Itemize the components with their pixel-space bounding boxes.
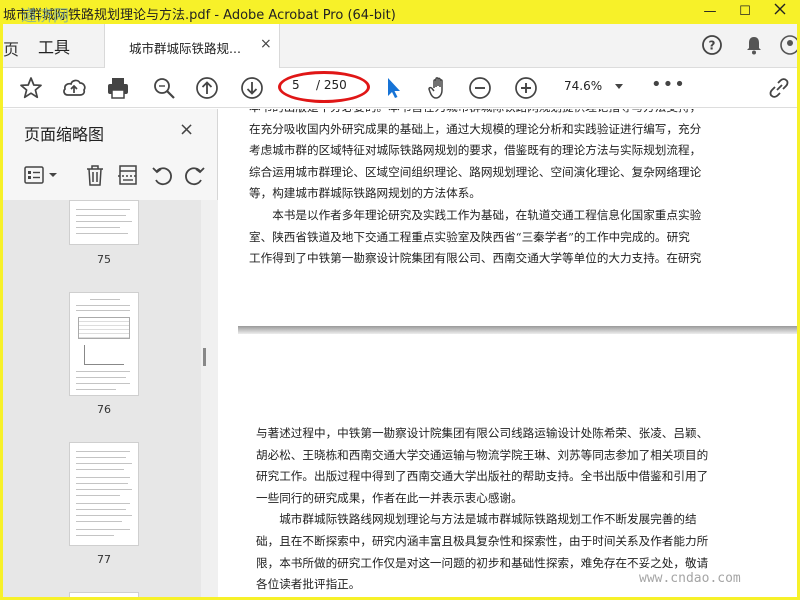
zoom-out-icon[interactable] [467, 75, 493, 101]
close-icon [774, 3, 786, 15]
text-line: 研究工作。出版过程中得到了西南交通大学出版社的帮助支持。全书出版中借鉴和引用了 [256, 469, 709, 484]
panel-close-button[interactable]: × [179, 119, 194, 140]
text-line: 室、陕西省铁道及地下交通工程重点实验室及陕西省“三秦学者”的工作中完成的。研究 [249, 229, 690, 244]
next-page-icon[interactable] [239, 75, 265, 101]
text-line: 在充分吸收国内外研究成果的基础上，通过大规模的理论分析和实践验证进行编写，充分 [249, 121, 702, 136]
zoom-in-icon[interactable] [513, 75, 539, 101]
rotate-counterclockwise-icon[interactable] [150, 163, 174, 187]
help-icon[interactable]: ? [701, 34, 723, 56]
thumbnail-list[interactable]: 75 76 77 [3, 200, 201, 597]
panel-title: 页面缩略图 [24, 125, 105, 144]
red-highlight-annotation [278, 71, 370, 103]
thumbnail-page-label: 76 [97, 403, 111, 416]
thumbnail-page[interactable] [69, 292, 139, 396]
thumbnail-scrollbar[interactable] [201, 200, 218, 597]
upload-cloud-icon[interactable] [61, 75, 87, 101]
rotate-clockwise-icon[interactable] [183, 163, 207, 187]
text-line: 一些同行的研究成果，作者在此一并表示衷心感谢。 [256, 490, 523, 505]
window-close-button[interactable] [763, 0, 797, 24]
thumbnail-page[interactable] [69, 442, 139, 546]
page-text-block: 本书的出版是十分必要的。本书旨在为城市群城际铁路网规划提供理论指导与方法支持， 在… [249, 109, 701, 270]
zoom-level-value[interactable]: 74.6% [564, 79, 602, 93]
page-text-block: 与著述过程中，中铁第一勘察设计院集团有限公司线路运输设计处陈希荣、张凌、吕颖、胡… [256, 423, 708, 596]
text-line: 本书的出版是十分必要的。本书旨在为城市群城际铁路网规划提供理论指导与方法支持， [249, 109, 701, 119]
document-view[interactable]: 本书的出版是十分必要的。本书旨在为城市群城际铁路网规划提供理论指导与方法支持， 在… [219, 109, 797, 597]
text-line: 城市群城际铁路线网规划理论与方法是城市群城际铁路规划工作不断发展完善的结 [256, 512, 697, 527]
pdf-page: 与著述过程中，中铁第一勘察设计院集团有限公司线路运输设计处陈希荣、张凌、吕颖、胡… [238, 334, 797, 597]
text-line: 工作得到了中铁第一勘察设计院集团有限公司、西南交通大学等单位的大力支持。在研究 [249, 251, 702, 266]
thumbnail-page[interactable] [69, 592, 139, 597]
pdf-page: 本书的出版是十分必要的。本书旨在为城市群城际铁路网规划提供理论指导与方法支持， 在… [238, 109, 797, 326]
maximize-button[interactable]: ☐ [728, 0, 762, 24]
thumbnail-page[interactable] [69, 200, 139, 245]
bookmark-star-icon[interactable] [18, 75, 44, 101]
account-avatar-icon[interactable] [779, 34, 797, 56]
share-link-icon[interactable] [766, 75, 792, 101]
title-bar: 城市群城际铁路规划理论与方法.pdf - Adobe Acrobat Pro (… [3, 0, 797, 25]
page-thumbnails-panel: 页面缩略图 × 75 76 77 [3, 109, 218, 597]
minimize-button[interactable]: — [693, 0, 727, 24]
notification-bell-icon[interactable] [743, 34, 765, 56]
extract-page-icon[interactable] [116, 163, 140, 187]
thumbnail-page-label: 75 [97, 253, 111, 266]
tab-document[interactable]: 城市群城际铁路规... × [104, 24, 280, 68]
zoom-search-icon[interactable] [151, 75, 177, 101]
text-line: 综合运用城市群理论、区域空间组织理论、路网规划理论、空间演化理论、复杂网络理论 [249, 164, 702, 179]
thumbnail-options-icon[interactable] [23, 163, 59, 187]
text-line: 胡必松、王晓栋和西南交通大学交通运输与物流学院王琳、刘苏等同志参加了相关项目的 [256, 447, 709, 462]
tab-tools[interactable]: 工具 [38, 34, 70, 58]
thumbnail-scroll-thumb[interactable] [203, 348, 206, 366]
document-tab-close-button[interactable]: × [260, 36, 272, 52]
acrobat-window: 城市群城际铁路规划理论与方法.pdf - Adobe Acrobat Pro (… [3, 0, 797, 597]
previous-page-icon[interactable] [194, 75, 220, 101]
hand-tool-icon[interactable] [426, 75, 452, 101]
svg-text:?: ? [709, 39, 716, 53]
text-line: 考虑城市群的区域特征对城际铁路网规划的要求，借鉴既有的理论方法与实际规划流程， [249, 143, 702, 158]
thumbnail-tools [3, 155, 218, 195]
select-cursor-icon[interactable] [380, 75, 406, 101]
tab-bar: 页 工具 城市群城际铁路规... × ? [3, 24, 797, 68]
zoom-dropdown-arrow-icon[interactable] [615, 84, 623, 89]
text-line: 础，且在不断探索中，研究内涵丰富且极具复杂性和探索性，由于时间关系及作者能力所 [256, 533, 709, 548]
site-watermark: 道济网 [21, 6, 70, 25]
page-separator [238, 326, 797, 334]
tab-home[interactable]: 页 [3, 36, 19, 60]
thumbnail-page-label: 77 [97, 553, 111, 566]
delete-trash-icon[interactable] [83, 163, 107, 187]
text-line: 与著述过程中，中铁第一勘察设计院集团有限公司线路运输设计处陈希荣、张凌、吕颖、 [256, 426, 709, 440]
main-toolbar: 5 / 250 74.6% ••• [3, 68, 797, 108]
text-line: 等，构建城市群城际铁路网规划的方法体系。 [249, 186, 481, 201]
text-line: 本书是以作者多年理论研究及实践工作为基础，在轨道交通工程信息化国家重点实验 [249, 207, 702, 222]
print-icon[interactable] [105, 75, 131, 101]
more-tools-button[interactable]: ••• [651, 74, 686, 95]
site-watermark-url: www.cndao.com [639, 571, 741, 586]
document-tab-label: 城市群城际铁路规... [129, 41, 241, 56]
